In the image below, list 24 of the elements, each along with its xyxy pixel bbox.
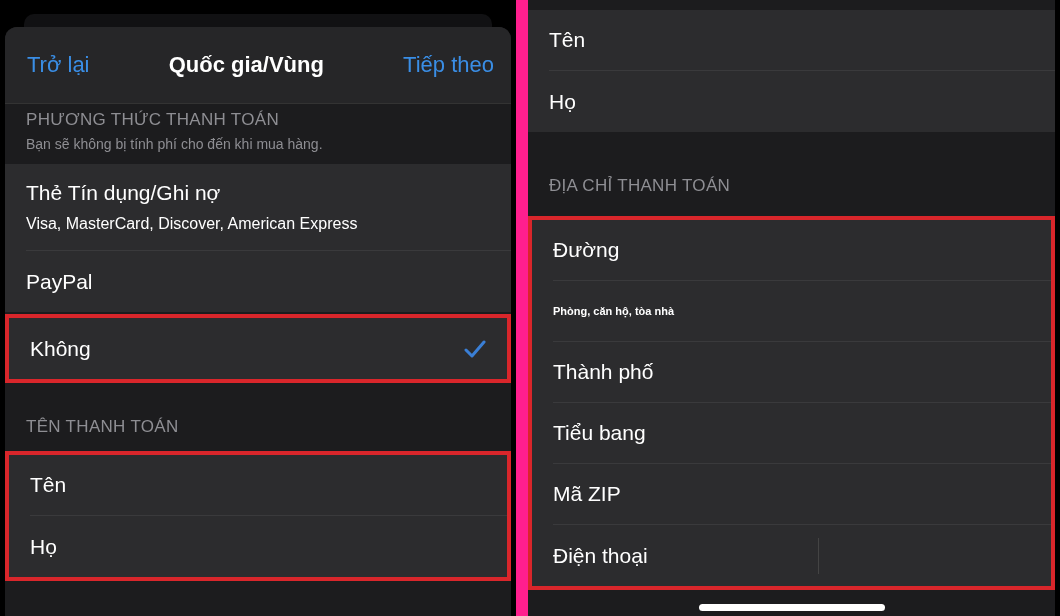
field-label: Thành phố (553, 360, 654, 384)
field-label: Tiểu bang (553, 421, 646, 445)
screen-title: Quốc gia/Vùng (168, 52, 324, 78)
field-label: Họ (549, 89, 576, 114)
field-label: Tên (30, 473, 67, 497)
option-detail: Visa, MasterCard, Discover, American Express (26, 215, 358, 233)
field-label: Điện thoại (553, 543, 648, 568)
field-label: Họ (30, 534, 57, 559)
next-button[interactable]: Tiếp theo (403, 52, 494, 78)
back-button[interactable]: Trở lại (27, 52, 90, 78)
option-label: PayPal (26, 269, 93, 294)
option-label: Không (30, 336, 91, 361)
option-label: Thẻ Tín dụng/Ghi nợ (26, 181, 222, 205)
section-header: ĐỊA CHỈ THANH TOÁN (549, 176, 732, 196)
field-label: Đường (553, 238, 620, 262)
field-label: Mã ZIP (553, 482, 621, 506)
section-header: TÊN THANH TOÁN (26, 417, 180, 437)
payment-option[interactable]: Không (30, 318, 507, 379)
field-label: Phòng, căn hộ, tòa nhà (553, 305, 674, 317)
payment-option[interactable]: PayPal (26, 251, 511, 312)
section-note: Bạn sẽ không bị tính phí cho đến khi mua hàng. (26, 136, 324, 152)
section-header: PHƯƠNG THỨC THANH TOÁN (26, 110, 280, 130)
payment-option[interactable]: Thẻ Tín dụng/Ghi nợ Visa, MasterCard, Discover, American Express (26, 164, 511, 251)
field-label: Tên (549, 28, 586, 52)
